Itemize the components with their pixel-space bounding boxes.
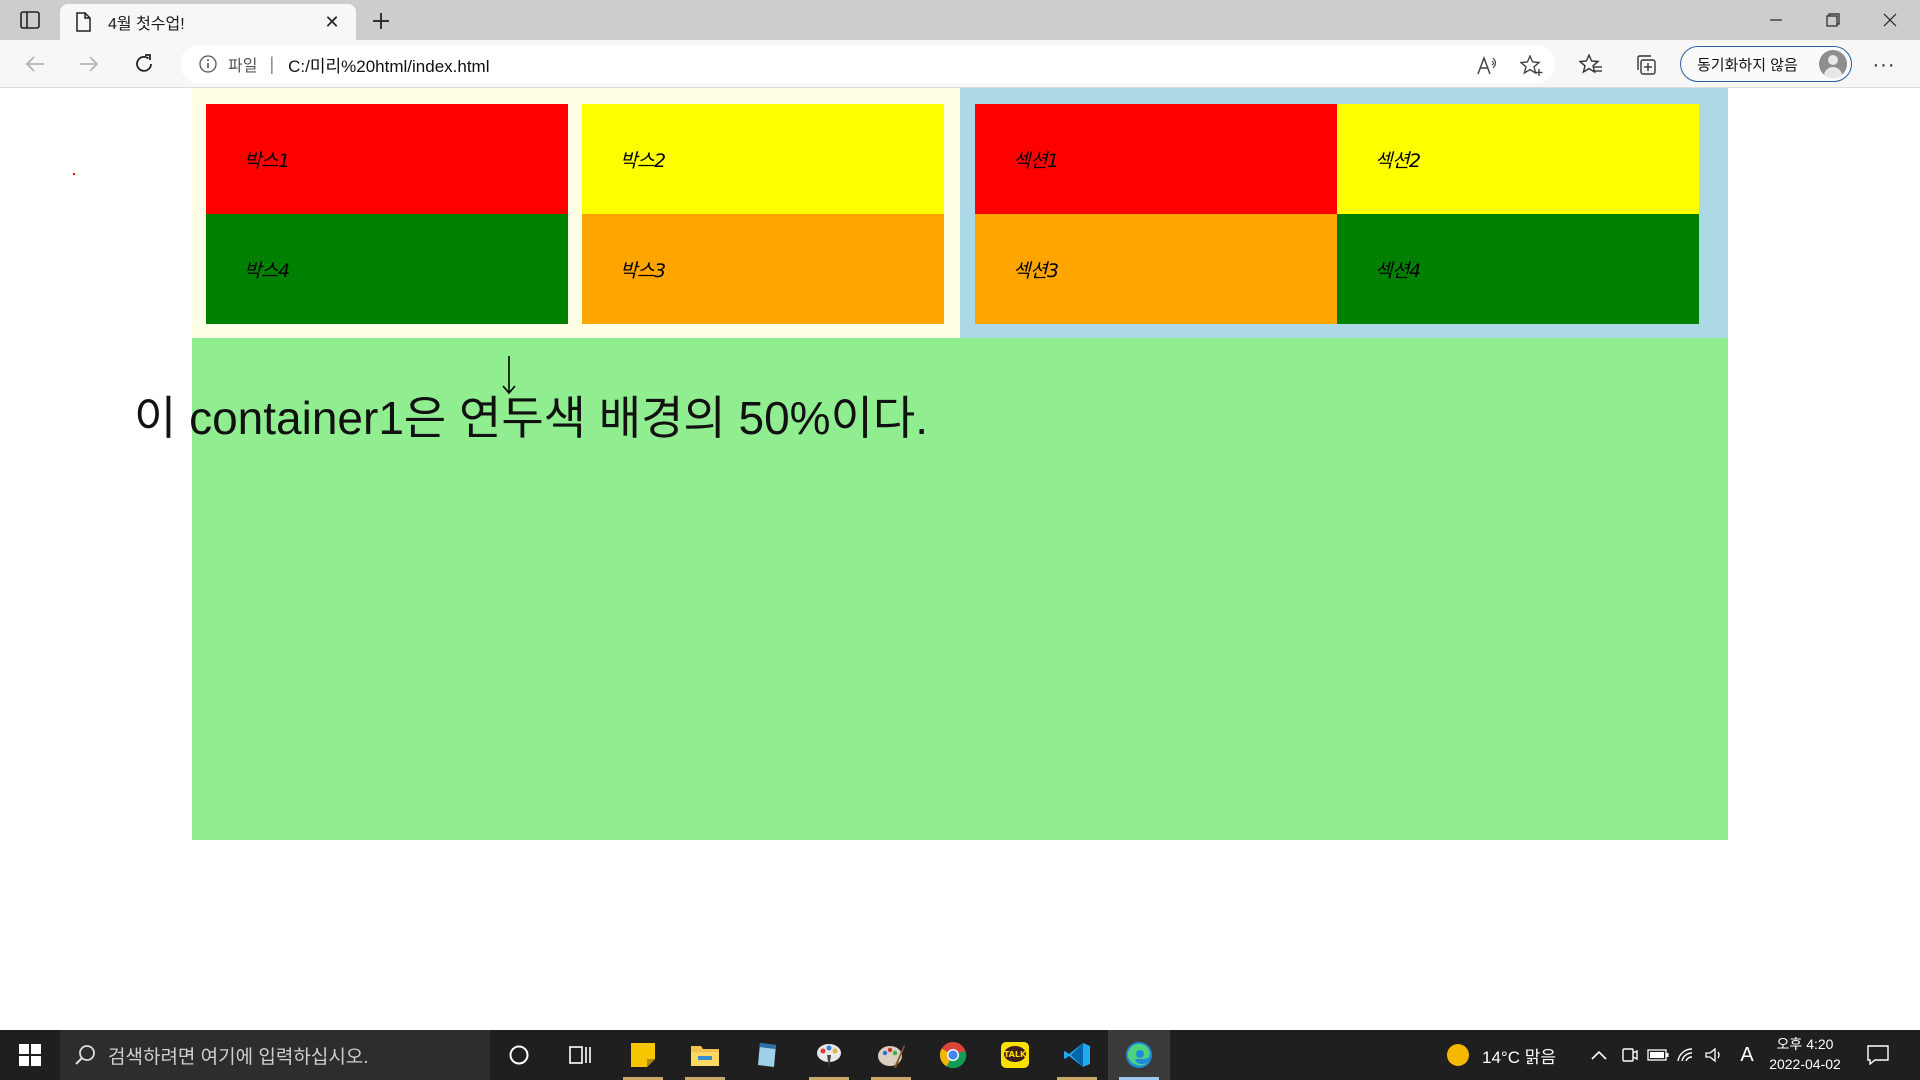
- section-1: 섹션1: [975, 104, 1337, 214]
- cortana-button[interactable]: [488, 1030, 550, 1080]
- back-button[interactable]: [17, 46, 53, 82]
- clock-time: 오후 4:20: [1776, 1036, 1834, 1052]
- file-explorer-icon: [691, 1046, 719, 1066]
- windows-logo-icon: [19, 1044, 41, 1066]
- address-bar[interactable]: 파일 | C:/미리%20html/index.html: [180, 45, 1555, 83]
- chrome-icon: [939, 1042, 967, 1069]
- more-menu-button[interactable]: ···: [1868, 52, 1900, 78]
- taskbar-app-paint-3d[interactable]: [798, 1030, 860, 1080]
- forward-button[interactable]: [71, 46, 107, 82]
- task-view-icon: [569, 1046, 591, 1064]
- clock-date: 2022-04-02: [1769, 1056, 1841, 1072]
- add-favorite-icon[interactable]: [1520, 54, 1544, 78]
- box-1: 박스1: [206, 104, 568, 214]
- document-icon: [72, 11, 94, 33]
- refresh-button[interactable]: [126, 46, 162, 82]
- new-tab-button[interactable]: [366, 6, 396, 36]
- favorites-icon[interactable]: [1578, 52, 1604, 78]
- paint-3d-icon: [817, 1044, 841, 1068]
- wifi-icon[interactable]: [1672, 1047, 1700, 1063]
- collections-icon[interactable]: [1633, 52, 1659, 78]
- url-text[interactable]: C:/미리%20html/index.html: [288, 52, 489, 77]
- paint-icon: [878, 1045, 905, 1068]
- taskbar-app-kakaotalk[interactable]: TALK: [984, 1030, 1046, 1080]
- notification-icon: [1867, 1045, 1889, 1065]
- info-icon[interactable]: [198, 54, 218, 74]
- sun-icon: [1447, 1044, 1469, 1066]
- task-view-button[interactable]: [549, 1030, 611, 1080]
- chevron-up-icon: [1591, 1050, 1607, 1060]
- page-viewport: 박스1 박스2 박스4 박스3 섹션1 섹션2 섹션3 섹션4 이 contai…: [0, 88, 1920, 1030]
- ime-indicator[interactable]: A: [1732, 1044, 1762, 1067]
- sync-profile-button[interactable]: 동기화하지 않음: [1680, 46, 1852, 82]
- tab-actions-icon[interactable]: [14, 7, 46, 33]
- box-4: 박스4: [206, 214, 568, 324]
- tab-title: 4월 첫수업!: [108, 16, 185, 33]
- section-4: 섹션4: [1337, 214, 1699, 324]
- restore-button[interactable]: [1805, 0, 1861, 40]
- profile-avatar-icon: [1819, 50, 1847, 78]
- taskbar-app-vscode[interactable]: [1046, 1030, 1108, 1080]
- vscode-icon: [1064, 1043, 1090, 1067]
- minimize-button[interactable]: [1748, 0, 1804, 40]
- text-cursor-icon: [502, 356, 516, 395]
- taskbar-app-edge[interactable]: [1108, 1030, 1170, 1080]
- sync-status-label: 동기화하지 않음: [1697, 56, 1798, 74]
- volume-icon[interactable]: [1700, 1047, 1728, 1063]
- taskbar-app-notepad[interactable]: [736, 1030, 798, 1080]
- container1: 박스1 박스2 박스4 박스3: [192, 88, 960, 338]
- notepad-icon: [758, 1043, 776, 1067]
- read-aloud-icon[interactable]: [1475, 54, 1499, 78]
- box-2: 박스2: [582, 104, 944, 214]
- sticky-notes-icon: [631, 1043, 655, 1067]
- taskbar-search-box[interactable]: 검색하려면 여기에 입력하십시오.: [60, 1030, 490, 1080]
- url-separator: |: [269, 53, 275, 74]
- tab-close-button[interactable]: ✕: [320, 10, 344, 34]
- taskbar-app-chrome[interactable]: [922, 1030, 984, 1080]
- section-3: 섹션3: [975, 214, 1337, 324]
- meet-now-icon[interactable]: [1616, 1047, 1644, 1063]
- battery-icon[interactable]: [1644, 1049, 1672, 1061]
- show-hidden-icons-button[interactable]: [1588, 1050, 1610, 1060]
- windows-taskbar: 검색하려면 여기에 입력하십시오. TALK 14°C 맑음 A 오후 4:20…: [0, 1030, 1920, 1080]
- taskbar-app-sticky-notes[interactable]: [612, 1030, 674, 1080]
- edge-icon: [1126, 1042, 1152, 1068]
- section-2: 섹션2: [1337, 104, 1699, 214]
- search-placeholder: 검색하려면 여기에 입력하십시오.: [108, 1046, 369, 1068]
- box-3: 박스3: [582, 214, 944, 324]
- browser-tab-bar: 4월 첫수업! ✕: [0, 0, 1920, 40]
- start-button[interactable]: [0, 1030, 60, 1080]
- close-window-button[interactable]: [1862, 0, 1918, 40]
- cortana-icon: [509, 1045, 529, 1065]
- taskbar-app-paint[interactable]: [860, 1030, 922, 1080]
- url-scheme-label: 파일: [228, 58, 258, 75]
- system-tray: A: [1588, 1030, 1762, 1080]
- browser-toolbar: 파일 | C:/미리%20html/index.html 동기화하지 않음 ··…: [0, 40, 1920, 88]
- browser-tab[interactable]: 4월 첫수업! ✕: [60, 4, 356, 40]
- taskbar-clock[interactable]: 오후 4:20 2022-04-02: [1760, 1034, 1850, 1076]
- container-caption: 이 container1은 연두색 배경의 50%이다.: [134, 392, 928, 444]
- taskbar-app-file-explorer[interactable]: [674, 1030, 736, 1080]
- svg-text:TALK: TALK: [1004, 1050, 1027, 1059]
- stray-dot: [73, 173, 75, 175]
- weather-widget[interactable]: 14°C 맑음: [1446, 1030, 1556, 1080]
- action-center-button[interactable]: [1864, 1041, 1892, 1069]
- search-icon: [75, 1045, 95, 1065]
- container2: 섹션1 섹션2 섹션3 섹션4: [960, 88, 1728, 338]
- kakaotalk-icon: TALK: [1001, 1042, 1029, 1068]
- weather-text: 14°C 맑음: [1482, 1047, 1556, 1067]
